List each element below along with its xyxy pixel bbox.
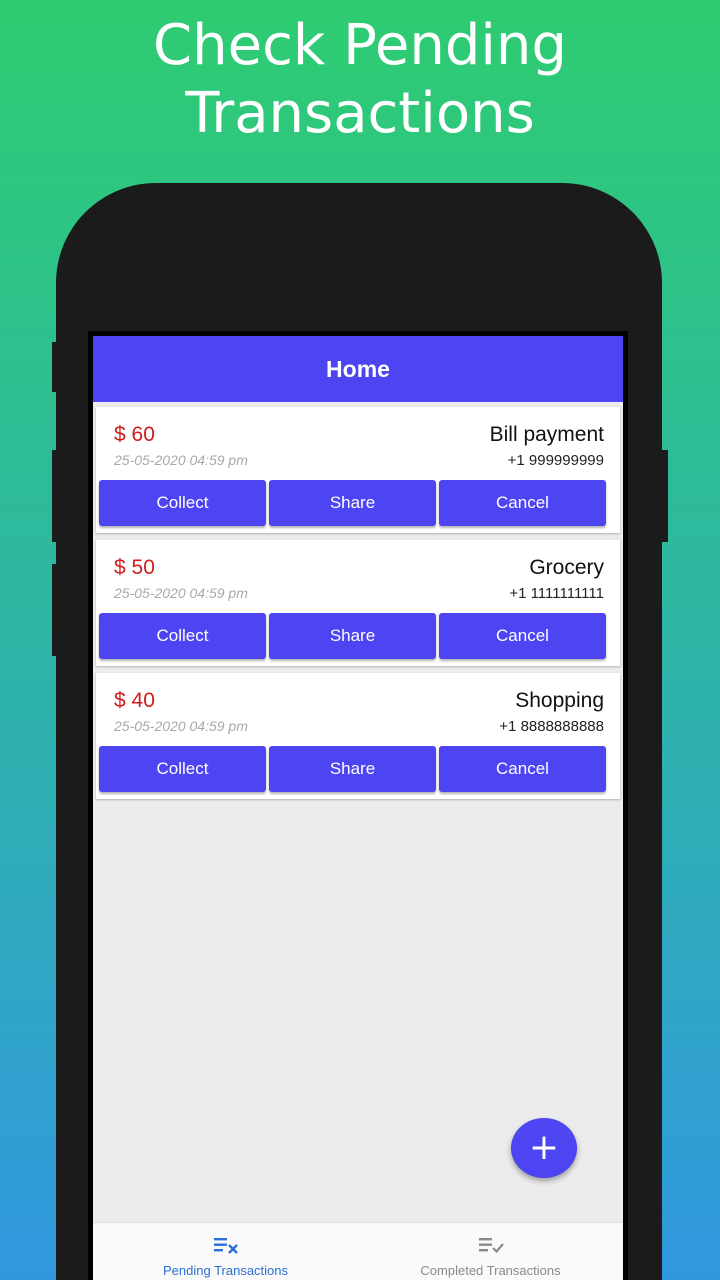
nav-completed-transactions[interactable]: Completed Transactions: [358, 1223, 623, 1280]
share-button[interactable]: Share: [269, 613, 436, 659]
transaction-title: Grocery: [529, 556, 604, 579]
transaction-phone: +1 1111111111: [509, 585, 604, 602]
transaction-amount: $ 60: [114, 423, 155, 446]
nav-label-completed: Completed Transactions: [420, 1263, 561, 1278]
plus-icon: +: [528, 1127, 560, 1168]
transaction-card: $ 60 25-05-2020 04:59 pm Bill payment +1…: [96, 407, 620, 533]
collect-button[interactable]: Collect: [99, 746, 266, 792]
list-check-icon: [478, 1238, 504, 1254]
phone-side-button: [52, 450, 62, 542]
phone-side-button: [52, 564, 62, 656]
cancel-button[interactable]: Cancel: [439, 613, 606, 659]
promo-headline-line-2: Transactions: [185, 81, 535, 146]
transaction-actions: Collect Share Cancel: [99, 746, 609, 792]
transaction-card: $ 40 25-05-2020 04:59 pm Shopping +1 888…: [96, 673, 620, 799]
transaction-actions: Collect Share Cancel: [99, 480, 609, 526]
transaction-datetime: 25-05-2020 04:59 pm: [114, 718, 248, 734]
promo-headline: Check Pending Transactions: [0, 12, 720, 148]
phone-side-button: [52, 342, 62, 392]
transaction-amount: $ 50: [114, 556, 155, 579]
transaction-datetime: 25-05-2020 04:59 pm: [114, 585, 248, 601]
share-button[interactable]: Share: [269, 480, 436, 526]
app-bar: Home: [93, 336, 623, 402]
transaction-phone: +1 8888888888: [499, 718, 604, 735]
bottom-navigation: Pending Transactions Completed Transacti…: [93, 1222, 623, 1280]
transaction-card: $ 50 25-05-2020 04:59 pm Grocery +1 1111…: [96, 540, 620, 666]
transaction-title: Bill payment: [489, 423, 604, 446]
list-x-icon: [213, 1238, 238, 1254]
phone-screen: Home $ 60 25-05-2020 04:59 pm Bill payme…: [88, 331, 628, 1280]
transaction-datetime: 25-05-2020 04:59 pm: [114, 452, 248, 468]
transaction-phone: +1 999999999: [507, 452, 604, 469]
collect-button[interactable]: Collect: [99, 613, 266, 659]
app-title: Home: [326, 355, 390, 382]
phone-side-button: [658, 450, 668, 542]
transaction-amount: $ 40: [114, 689, 155, 712]
nav-label-pending: Pending Transactions: [162, 1263, 289, 1278]
promo-headline-line-1: Check Pending: [153, 13, 567, 78]
app-screen: Home $ 60 25-05-2020 04:59 pm Bill payme…: [93, 336, 623, 1280]
add-transaction-button[interactable]: +: [511, 1118, 577, 1178]
transaction-title: Shopping: [515, 689, 604, 712]
nav-pending-transactions[interactable]: Pending Transactions: [93, 1223, 358, 1280]
share-button[interactable]: Share: [269, 746, 436, 792]
cancel-button[interactable]: Cancel: [439, 480, 606, 526]
collect-button[interactable]: Collect: [99, 480, 266, 526]
cancel-button[interactable]: Cancel: [439, 746, 606, 792]
transaction-actions: Collect Share Cancel: [99, 613, 609, 659]
